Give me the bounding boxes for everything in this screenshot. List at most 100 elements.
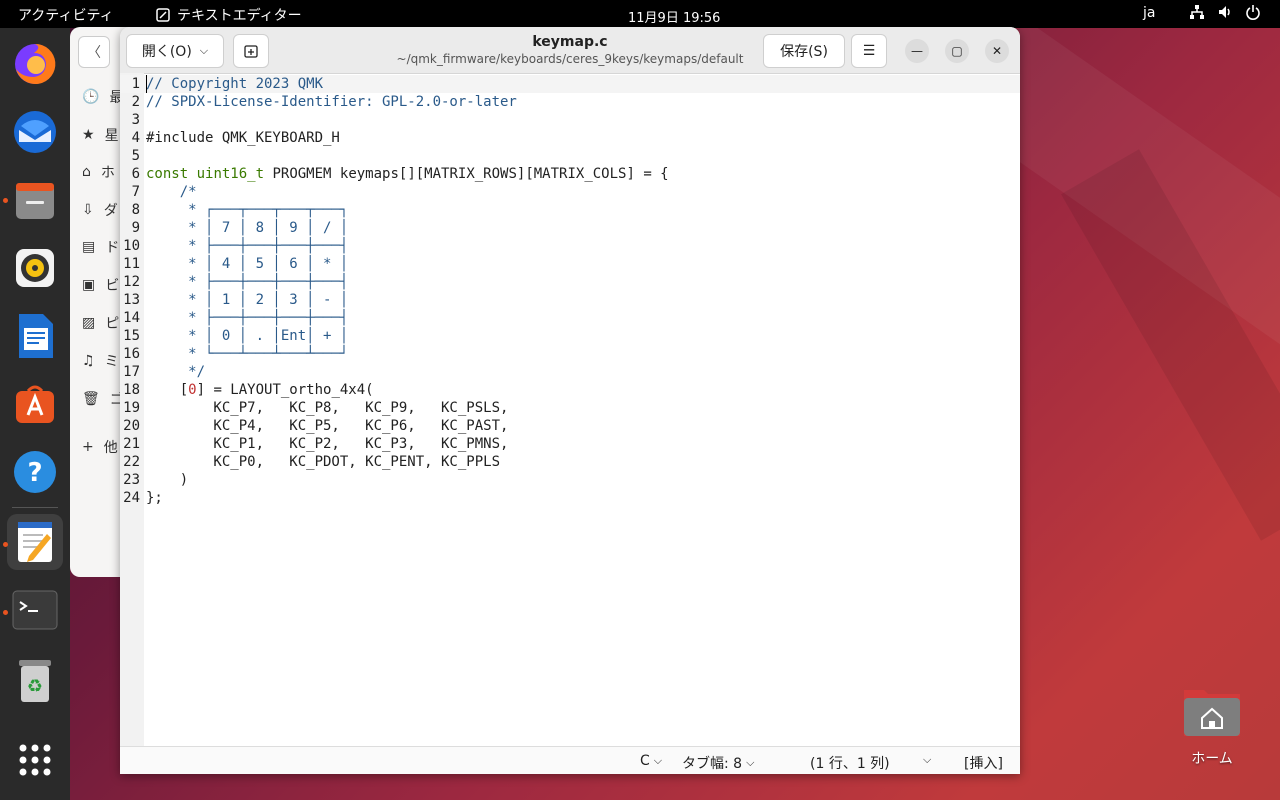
terminal-icon xyxy=(12,590,58,630)
line-number: 1 xyxy=(131,76,140,92)
clock[interactable]: 11月9日 19:56 xyxy=(628,7,720,26)
close-icon: ✕ xyxy=(991,44,1003,58)
star-icon: ★ xyxy=(82,127,95,143)
code-text: /* xyxy=(146,184,197,200)
code-text: [0] = LAYOUT_ortho_4x4( xyxy=(146,382,374,398)
new-tab-icon xyxy=(244,45,258,58)
sidebar-item-starred[interactable]: ★ 星 xyxy=(82,125,119,145)
libreoffice-writer-launcher[interactable] xyxy=(7,308,63,364)
line-number: 15 xyxy=(123,328,140,344)
app-center-launcher[interactable] xyxy=(7,376,63,432)
line-number: 6 xyxy=(131,166,140,182)
text-editor-icon xyxy=(156,8,170,22)
open-button[interactable]: 開く(O) ⌵ xyxy=(126,34,224,68)
line-number: 4 xyxy=(131,130,140,146)
download-icon: ⇩ xyxy=(82,202,94,218)
image-icon: ▨ xyxy=(82,315,96,331)
clock-icon: 🕒 xyxy=(82,89,100,105)
position-menu-button[interactable]: ⌵ xyxy=(923,753,931,767)
running-indicator xyxy=(3,610,8,615)
film-icon: ▣ xyxy=(82,277,96,293)
code-text: */ xyxy=(146,364,206,380)
svg-text:?: ? xyxy=(27,458,42,488)
terminal-launcher[interactable] xyxy=(7,582,63,638)
sidebar-item-downloads[interactable]: ⇩ ダ xyxy=(82,200,118,220)
files-launcher[interactable] xyxy=(7,172,63,228)
minimize-button[interactable]: — xyxy=(905,39,929,63)
code-text: // Copyright 2023 QMK xyxy=(146,76,324,92)
language-selector[interactable]: C ⌵ xyxy=(640,753,662,769)
sidebar-item-videos[interactable]: ▣ ビ xyxy=(82,275,119,295)
tab-width-selector[interactable]: タブ幅: 8 ⌵ xyxy=(682,753,754,773)
text-editor-launcher[interactable] xyxy=(7,514,63,570)
app-grid-icon xyxy=(19,744,51,776)
svg-text:♻: ♻ xyxy=(27,676,43,697)
document-icon: ▤ xyxy=(82,239,96,255)
line-number: 16 xyxy=(123,346,140,362)
thunderbird-launcher[interactable] xyxy=(7,104,63,160)
sidebar-item-trash[interactable]: 🗑 ゴ xyxy=(82,389,124,409)
code-text: ) xyxy=(146,472,189,488)
input-language-indicator[interactable]: ja xyxy=(1143,5,1155,21)
text-editor-icon xyxy=(18,522,52,562)
line-number: 17 xyxy=(123,364,140,380)
activities-button[interactable]: アクティビティ xyxy=(18,5,114,25)
trash-icon: ♻ xyxy=(19,660,51,702)
line-number: 10 xyxy=(123,238,140,254)
power-icon xyxy=(1246,5,1260,20)
app-center-icon xyxy=(16,385,54,423)
dock: ? ♻ xyxy=(0,28,70,800)
line-number: 5 xyxy=(131,148,140,164)
app-name: テキストエディター xyxy=(177,8,302,24)
chevron-down-icon: ⌵ xyxy=(199,44,209,57)
code-line[interactable]: 1 // Copyright 2023 QMK xyxy=(120,75,1020,93)
line-number: 21 xyxy=(123,436,140,452)
insert-mode-indicator[interactable]: [挿入] xyxy=(964,753,1003,773)
help-launcher[interactable]: ? xyxy=(7,444,63,500)
show-apps-button[interactable] xyxy=(7,732,63,788)
line-number: 2 xyxy=(131,94,140,110)
plus-icon: + xyxy=(82,439,94,455)
sidebar-item-other-locations[interactable]: + 他 xyxy=(82,437,118,457)
back-button[interactable]: 〈 xyxy=(78,36,110,68)
line-number: 18 xyxy=(123,382,140,398)
sidebar-item-home[interactable]: ⌂ ホ xyxy=(82,162,115,182)
menu-button[interactable]: ☰ xyxy=(851,34,887,68)
line-number: 9 xyxy=(131,220,140,236)
sidebar-item-documents[interactable]: ▤ ド xyxy=(82,237,119,257)
cursor-position[interactable]: (1 行、1 列) xyxy=(810,753,890,773)
line-number: 23 xyxy=(123,472,140,488)
sidebar-item-pictures[interactable]: ▨ ピ xyxy=(82,313,119,333)
volume-icon xyxy=(1219,6,1230,18)
line-number: 12 xyxy=(123,274,140,290)
code-text: * ├───┼───┼───┼───┤ xyxy=(146,274,349,290)
new-tab-button[interactable] xyxy=(233,34,269,68)
code-text: KC_P4, KC_P5, KC_P6, KC_PAST, xyxy=(146,418,509,434)
sidebar-item-music[interactable]: ♫ ミ xyxy=(82,351,119,371)
maximize-button[interactable]: ▢ xyxy=(945,39,969,63)
thunderbird-icon xyxy=(14,111,56,153)
line-number: 19 xyxy=(123,400,140,416)
running-indicator xyxy=(3,542,8,547)
status-bar: C ⌵ タブ幅: 8 ⌵ (1 行、1 列) ⌵ [挿入] xyxy=(120,746,1020,774)
sidebar-item-recent[interactable]: 🕒 最 xyxy=(82,87,123,107)
code-text: }; xyxy=(146,490,163,506)
trash-launcher[interactable]: ♻ xyxy=(7,652,63,708)
system-tray[interactable] xyxy=(1189,4,1261,20)
code-text: KC_P7, KC_P8, KC_P9, KC_PSLS, xyxy=(146,400,509,416)
music-icon: ♫ xyxy=(82,353,95,369)
minimize-icon: — xyxy=(911,44,923,58)
firefox-launcher[interactable] xyxy=(7,36,63,92)
network-icon xyxy=(1190,5,1204,19)
rhythmbox-launcher[interactable] xyxy=(7,240,63,296)
desktop-home-icon[interactable]: ホーム xyxy=(1180,684,1244,768)
save-button[interactable]: 保存(S) xyxy=(763,34,845,68)
app-menu[interactable]: テキストエディター xyxy=(156,5,302,25)
line-number: 8 xyxy=(131,202,140,218)
close-button[interactable]: ✕ xyxy=(985,39,1009,63)
code-text: * └───┴───┴───┴───┘ xyxy=(146,346,349,362)
code-text: // SPDX-License-Identifier: GPL-2.0-or-l… xyxy=(146,94,517,110)
home-icon: ⌂ xyxy=(82,164,91,180)
firefox-icon xyxy=(15,43,56,84)
chevron-down-icon: ⌵ xyxy=(746,756,755,769)
